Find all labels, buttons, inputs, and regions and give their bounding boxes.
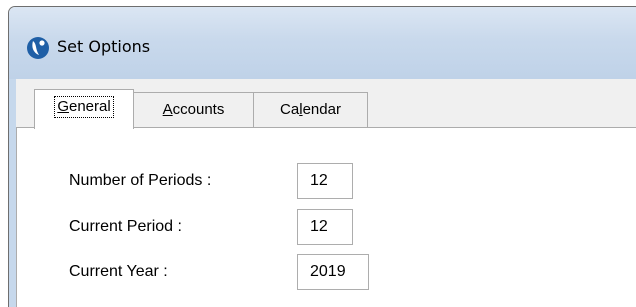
window-title: Set Options xyxy=(57,37,151,56)
tab-accounts-label: Accounts xyxy=(162,101,225,118)
dialog-client-area: General Accounts Calendar Number of Peri… xyxy=(16,79,636,307)
tab-accounts[interactable]: Accounts xyxy=(133,92,254,127)
current-year-field[interactable]: 2019 xyxy=(297,254,369,290)
app-logo-icon xyxy=(27,37,49,59)
tab-strip: General Accounts Calendar xyxy=(16,89,636,129)
current-period-label: Current Period : xyxy=(69,218,182,235)
set-options-window: Set Options General Accounts Calendar Nu… xyxy=(8,6,636,307)
tab-calendar-label: Calendar xyxy=(280,101,341,118)
window-frame-left xyxy=(9,79,16,307)
tab-general[interactable]: General xyxy=(34,89,134,129)
current-period-field[interactable]: 12 xyxy=(297,209,353,245)
general-tab-panel: Number of Periods : 12 Current Period : … xyxy=(16,127,636,307)
tab-calendar[interactable]: Calendar xyxy=(253,92,368,127)
title-bar[interactable]: Set Options xyxy=(9,7,636,79)
number-of-periods-label: Number of Periods : xyxy=(69,172,212,189)
current-year-label: Current Year : xyxy=(69,263,168,280)
tab-general-label: General xyxy=(54,96,114,118)
number-of-periods-field[interactable]: 12 xyxy=(297,163,353,199)
